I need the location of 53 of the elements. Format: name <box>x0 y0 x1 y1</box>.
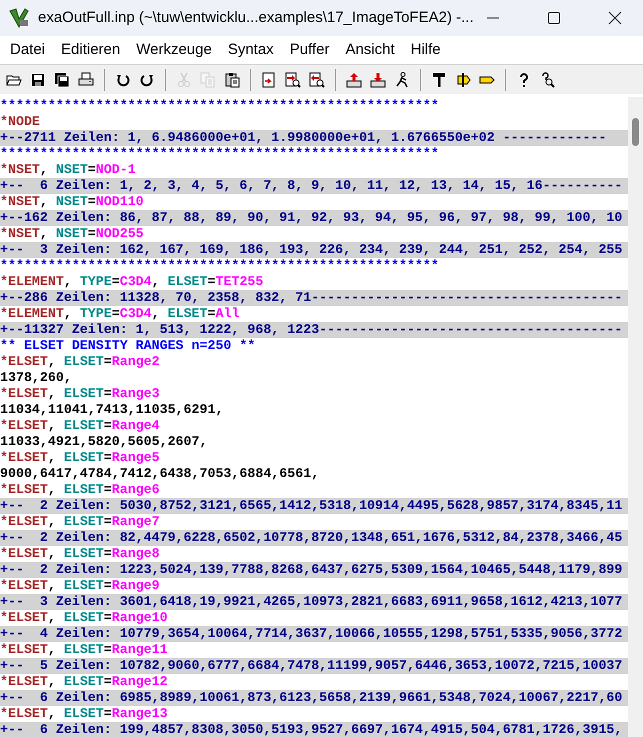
tag-icon <box>455 72 471 88</box>
find-icon <box>285 72 301 88</box>
code-line: *ELSET, ELSET=Range10 <box>0 610 169 626</box>
code-line: *ELSET, ELSET=Range5 <box>0 450 161 466</box>
copy-icon <box>200 72 216 88</box>
code-line: *NSET, NSET=NOD-1 <box>0 162 137 178</box>
code-line: 9000,6417,4784,7412,6438,7053,6884,6561, <box>0 466 320 482</box>
download-icon <box>370 72 386 88</box>
code-line: *ELSET, ELSET=Range8 <box>0 546 161 562</box>
scrollbar[interactable] <box>628 97 643 737</box>
find-icon <box>309 72 325 88</box>
menu-item[interactable]: Puffer <box>282 38 338 62</box>
upload-icon <box>346 72 362 88</box>
walking-figure-icon <box>394 72 410 88</box>
close-icon[interactable] <box>608 11 622 25</box>
menu-item[interactable]: Hilfe <box>402 38 449 62</box>
scrollbar-thumb[interactable] <box>632 118 639 146</box>
maximize-icon[interactable] <box>547 11 561 25</box>
code-line: 1378,260, <box>0 370 73 386</box>
code-line: *ELEMENT, TYPE=C3D4, ELSET=TET255 <box>0 274 264 290</box>
clipboard-icon <box>224 72 240 88</box>
code-line: *NODE <box>0 114 41 130</box>
code-line: ******************************************************* <box>0 146 440 162</box>
code-line: *ELSET, ELSET=Range6 <box>0 482 161 498</box>
replace-icon <box>261 72 277 88</box>
code-line: *NSET, NSET=NOD110 <box>0 194 145 210</box>
code-line: *ELSET, ELSET=Range9 <box>0 578 161 594</box>
code-line: *ELEMENT, TYPE=C3D4, ELSET=All <box>0 306 240 322</box>
app-icon <box>8 7 30 29</box>
code-line: *ELSET, ELSET=Range13 <box>0 706 169 722</box>
menu-item[interactable]: Syntax <box>220 38 282 62</box>
code-line: *ELSET, ELSET=Range7 <box>0 514 161 530</box>
floppy-icon <box>30 72 46 88</box>
code-line: *ELSET, ELSET=Range11 <box>0 642 169 658</box>
code-line: *NSET, NSET=NOD255 <box>0 226 145 242</box>
code-line: ** ELSET DENSITY RANGES n=250 ** <box>0 338 256 354</box>
code-line: *ELSET, ELSET=Range12 <box>0 674 169 690</box>
menu-item[interactable]: Datei <box>2 38 54 62</box>
code-line: *ELSET, ELSET=Range4 <box>0 418 161 434</box>
code-line: *ELSET, ELSET=Range3 <box>0 386 161 402</box>
menu-item[interactable]: Ansicht <box>337 38 403 62</box>
window-title: exaOutFull.inp (~\tuw\entwicklu...examples\17_ImageToFEA2) -... <box>38 8 474 28</box>
code-line: 11033,4921,5820,5605,2607, <box>0 434 208 450</box>
floppies-icon <box>54 72 70 88</box>
menu-item[interactable]: Editieren <box>53 38 128 62</box>
code-line: 11034,11041,7413,11035,6291, <box>0 402 224 418</box>
code-line: ******************************************************* <box>0 258 440 274</box>
search-icon <box>540 72 556 88</box>
code-line: ******************************************************* <box>0 98 440 114</box>
menu-item[interactable]: Werkzeuge <box>128 38 220 62</box>
code-line: *ELSET, ELSET=Range2 <box>0 354 161 370</box>
scissors-icon <box>176 72 192 88</box>
printer-icon <box>78 72 94 88</box>
